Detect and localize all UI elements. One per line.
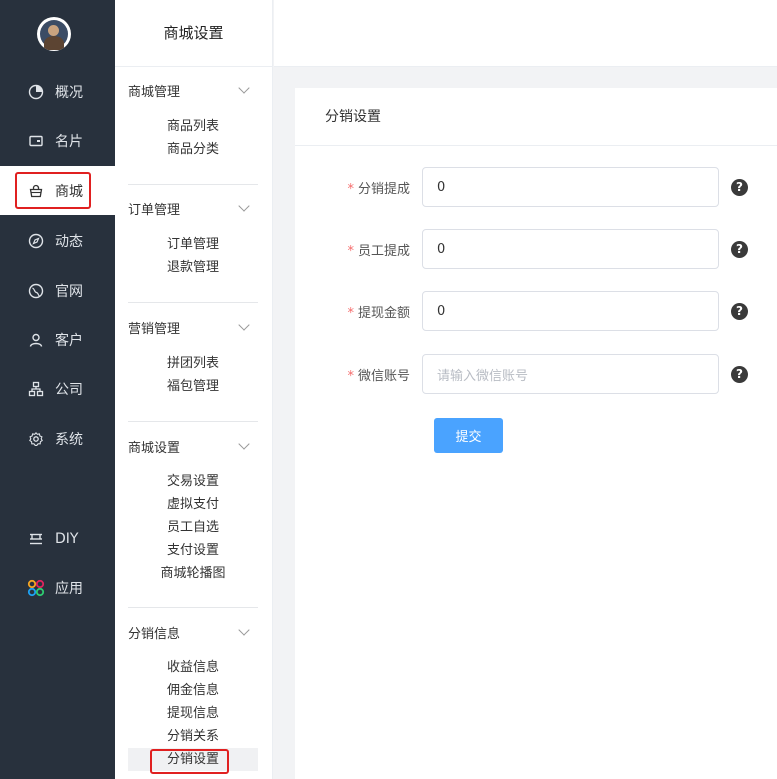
divider	[128, 184, 258, 185]
nav-item-diy[interactable]: DIY	[0, 514, 115, 563]
main-nav-rail: 概况 名片 商城 动态 官网 客户 公司 系统 DIY 应用	[0, 0, 115, 779]
nav-item-customer[interactable]: 客户	[0, 315, 115, 364]
nav-item-company[interactable]: 公司	[0, 364, 115, 413]
org-icon	[27, 380, 45, 398]
submenu-title: 商城设置	[115, 0, 272, 67]
divider	[128, 302, 258, 303]
avatar[interactable]	[37, 17, 71, 51]
help-icon[interactable]: ?	[731, 365, 748, 383]
menu-group-order-management: 订单管理 订单管理 退款管理	[128, 196, 258, 279]
menu-group-mall-management: 商城管理 商品列表 商品分类	[128, 78, 258, 161]
submenu: 商城设置 商城管理 商品列表 商品分类 订单管理 订单管理 退款管理 营销管理 …	[115, 0, 273, 779]
help-icon[interactable]: ?	[731, 240, 748, 258]
form-row-staff-commission: * 员工提成 0 ?	[295, 229, 777, 269]
nav-item-apps[interactable]: 应用	[0, 563, 115, 612]
group-header[interactable]: 营销管理	[128, 315, 258, 339]
staff-commission-input[interactable]: 0	[422, 229, 719, 269]
chevron-down-icon	[238, 319, 250, 331]
menu-item-virtual-payment[interactable]: 虚拟支付	[128, 493, 258, 516]
card-title: 分销设置	[295, 88, 777, 146]
nav-item-feed[interactable]: 动态	[0, 216, 115, 265]
menu-item-distribution-relations[interactable]: 分销关系	[128, 725, 258, 748]
diy-icon	[27, 530, 45, 548]
menu-item-lucky-bag[interactable]: 福包管理	[128, 375, 258, 398]
chevron-down-icon	[238, 438, 250, 450]
globe-icon	[27, 282, 45, 300]
group-header[interactable]: 订单管理	[128, 196, 258, 220]
menu-group-marketing: 营销管理 拼团列表 福包管理	[128, 315, 258, 398]
form-row-distribution-commission: * 分销提成 0 ?	[295, 167, 777, 207]
wechat-account-input[interactable]: 请输入微信账号	[422, 354, 719, 394]
field-label: * 提现金额	[347, 305, 410, 321]
menu-item-payment-settings[interactable]: 支付设置	[128, 539, 258, 562]
group-header[interactable]: 商城设置	[128, 434, 258, 458]
nav-item-card[interactable]: 名片	[0, 116, 115, 165]
menu-item-refund-management[interactable]: 退款管理	[128, 256, 258, 279]
chevron-down-icon	[238, 82, 250, 94]
clock-icon	[27, 83, 45, 101]
field-label: * 微信账号	[347, 368, 410, 384]
menu-group-distribution: 分销信息 收益信息 佣金信息 提现信息 分销关系 分销设置	[128, 620, 258, 774]
form-row-withdraw-amount: * 提现金额 0 ?	[295, 291, 777, 331]
help-icon[interactable]: ?	[731, 302, 748, 320]
help-icon[interactable]: ?	[731, 178, 748, 196]
divider	[128, 421, 258, 422]
menu-item-product-category[interactable]: 商品分类	[128, 138, 258, 161]
user-icon	[27, 331, 45, 349]
nav-item-website[interactable]: 官网	[0, 266, 115, 315]
divider	[128, 607, 258, 608]
menu-item-order-management[interactable]: 订单管理	[128, 233, 258, 256]
menu-item-commission[interactable]: 佣金信息	[128, 679, 258, 702]
nav-item-overview[interactable]: 概况	[0, 67, 115, 116]
form-row-wechat-account: * 微信账号 请输入微信账号 ?	[295, 354, 777, 394]
compass-icon	[27, 232, 45, 250]
top-header	[274, 0, 777, 67]
highlight-box	[15, 172, 91, 209]
gear-icon	[27, 430, 45, 448]
menu-item-banner[interactable]: 商城轮播图	[128, 562, 258, 585]
menu-group-mall-settings: 商城设置 交易设置 虚拟支付 员工自选 支付设置 商城轮播图	[128, 434, 258, 585]
field-label: * 分销提成	[347, 181, 410, 197]
field-label: * 员工提成	[347, 243, 410, 259]
nav-item-mall[interactable]: 商城	[0, 166, 115, 215]
menu-item-trade-settings[interactable]: 交易设置	[128, 470, 258, 493]
chevron-down-icon	[238, 200, 250, 212]
settings-card: 分销设置 * 分销提成 0 ? * 员工提成 0 ? * 提现金额 0 ? * 微信账号…	[295, 88, 777, 779]
nav-item-system[interactable]: 系统	[0, 414, 115, 463]
menu-item-withdrawal[interactable]: 提现信息	[128, 702, 258, 725]
card-icon	[27, 132, 45, 150]
menu-item-group-buy-list[interactable]: 拼团列表	[128, 352, 258, 375]
apps-icon	[27, 579, 45, 597]
highlight-box	[150, 749, 229, 774]
menu-item-earnings[interactable]: 收益信息	[128, 656, 258, 679]
group-header[interactable]: 分销信息	[128, 620, 258, 644]
chevron-down-icon	[238, 624, 250, 636]
menu-item-distribution-settings[interactable]: 分销设置	[128, 748, 258, 774]
group-header[interactable]: 商城管理	[128, 78, 258, 102]
submit-button[interactable]: 提交	[434, 418, 503, 453]
withdraw-amount-input[interactable]: 0	[422, 291, 719, 331]
menu-item-product-list[interactable]: 商品列表	[128, 115, 258, 138]
distribution-commission-input[interactable]: 0	[422, 167, 719, 207]
menu-item-staff-pick[interactable]: 员工自选	[128, 516, 258, 539]
